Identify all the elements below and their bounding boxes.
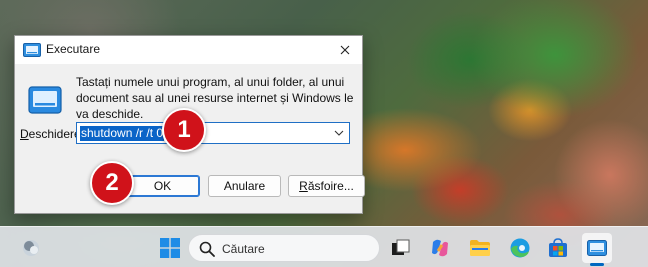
close-button[interactable] [328, 36, 362, 64]
edge-button[interactable] [505, 233, 535, 263]
dialog-description: Tastați numele unui program, al unui fol… [76, 75, 354, 121]
task-view-button[interactable] [386, 233, 416, 263]
run-taskbar-button[interactable] [582, 233, 612, 263]
copilot-button[interactable] [425, 233, 455, 263]
taskbar: Căutare [0, 226, 648, 267]
file-explorer-button[interactable] [465, 233, 495, 263]
browse-accesskey: R [299, 179, 308, 193]
search-placeholder: Căutare [222, 242, 265, 256]
search-icon [199, 241, 215, 257]
active-app-indicator [590, 263, 604, 266]
step-marker-1: 1 [162, 108, 206, 152]
cancel-button[interactable]: Anulare [208, 175, 281, 197]
edge-icon [510, 238, 530, 258]
open-label: Deschidere: [20, 127, 84, 141]
microsoft-store-icon [549, 238, 567, 257]
run-icon [23, 43, 41, 57]
file-explorer-icon [470, 240, 490, 256]
dropdown-button[interactable] [331, 123, 347, 143]
close-icon [340, 45, 350, 55]
start-button[interactable] [155, 233, 185, 263]
run-icon [587, 240, 607, 256]
step-marker-2: 2 [90, 161, 134, 205]
taskbar-search[interactable]: Căutare [188, 234, 380, 262]
open-input-value[interactable]: shutdown /r /t 0 [80, 126, 165, 141]
open-label-accesskey: D [20, 127, 29, 141]
task-view-icon [392, 239, 410, 255]
ok-button[interactable]: OK [125, 175, 200, 197]
dialog-titlebar[interactable]: Executare [15, 36, 362, 64]
browse-button[interactable]: Răsfoire... [288, 175, 365, 197]
dialog-title: Executare [46, 42, 101, 56]
copilot-icon [432, 239, 448, 257]
browse-label: ăsfoire... [307, 179, 354, 193]
widgets-button[interactable] [16, 233, 46, 263]
windows-start-icon [160, 238, 180, 258]
chevron-down-icon [334, 130, 344, 136]
open-combobox[interactable]: shutdown /r /t 0 [76, 122, 350, 144]
microsoft-store-button[interactable] [543, 233, 573, 263]
widgets-icon [23, 240, 39, 256]
run-app-icon [28, 86, 62, 114]
